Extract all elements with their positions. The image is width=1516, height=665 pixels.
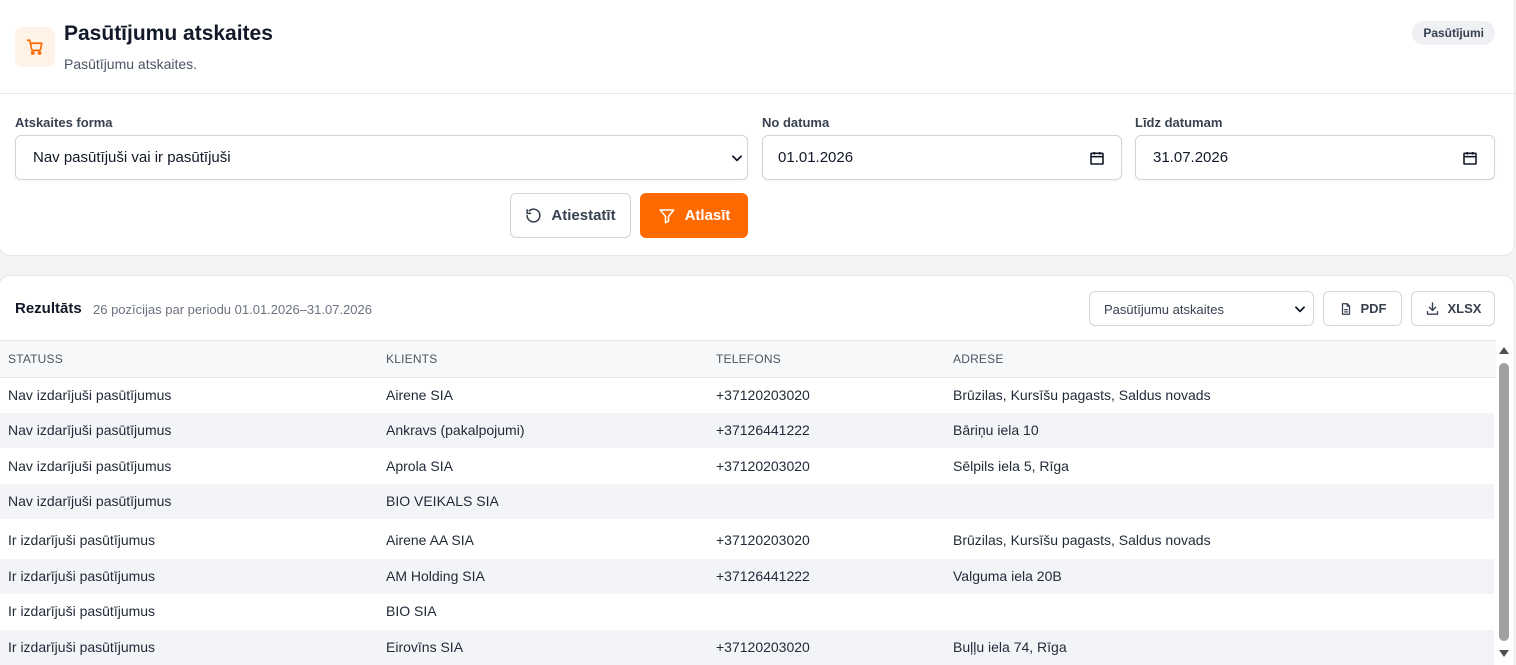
column-header-status[interactable]: STATUSS [8,352,63,366]
table-row[interactable]: Ir izdarījuši pasūtījumus BIO SIA [0,594,1494,629]
cell-address: Valguma iela 20B [953,568,1062,584]
cell-phone: +37120203020 [716,458,810,474]
apply-button[interactable]: Atlasīt [640,193,748,238]
results-title: Rezultāts [15,300,82,317]
to-date-input[interactable]: 31.07.2026 [1135,135,1495,180]
cell-address: Brūzilas, Kursīšu pagasts, Saldus novads [953,532,1211,548]
export-xlsx-button[interactable]: XLSX [1411,291,1495,326]
scroll-up-arrow-icon[interactable] [1498,346,1510,355]
table-row[interactable]: Nav izdarījuši pasūtījumus Ankravs (paka… [0,413,1494,448]
cell-client: Aprola SIA [386,458,453,474]
cell-status: Nav izdarījuši pasūtījumus [8,387,172,403]
scrollbar-thumb[interactable] [1499,363,1509,641]
xlsx-label: XLSX [1447,301,1482,316]
cell-phone: +37120203020 [716,532,810,548]
report-view-value: Pasūtījumu atskaites [1104,302,1224,317]
calendar-icon[interactable] [1462,150,1478,166]
cell-client: BIO SIA [386,603,437,619]
cell-status: Nav izdarījuši pasūtījumus [8,493,172,509]
reset-button-label: Atiestatīt [551,207,616,224]
cell-client: Eirovīns SIA [386,639,464,655]
scroll-down-arrow-icon[interactable] [1498,649,1510,658]
chevron-down-icon [1295,306,1305,313]
download-icon [1426,302,1438,315]
table-header: STATUSS KLIENTS TELEFONS ADRESE [0,340,1496,378]
column-header-address[interactable]: ADRESE [953,352,1004,366]
cell-address: Sēlpils iela 5, Rīga [953,458,1069,474]
module-badge: Pasūtījumi [1412,21,1495,45]
cell-client: BIO VEIKALS SIA [386,493,499,509]
from-date-label: No datuma [762,115,830,130]
cell-client: Ankravs (pakalpojumi) [386,422,525,438]
file-icon [1341,302,1350,315]
export-pdf-button[interactable]: PDF [1323,291,1402,326]
cell-address: Buļļu iela 74, Rīga [953,639,1067,655]
to-date-value: 31.07.2026 [1153,149,1229,166]
table-row[interactable]: Nav izdarījuši pasūtījumus BIO VEIKALS S… [0,484,1494,519]
rotate-ccw-icon [526,208,542,223]
report-form-value: Nav pasūtījuši vai ir pasūtījuši [33,149,231,166]
cell-status: Ir izdarījuši pasūtījumus [8,603,156,619]
table-row[interactable]: Ir izdarījuši pasūtījumus Eirovīns SIA +… [0,630,1494,665]
cell-phone: +37120203020 [716,639,810,655]
from-date-value: 01.01.2026 [778,149,854,166]
to-date-label: Līdz datumam [1135,115,1223,130]
cell-client: Airene SIA [386,387,453,403]
report-form-label: Atskaites forma [15,115,113,130]
column-header-client[interactable]: KLIENTS [386,352,437,366]
table-row[interactable]: Nav izdarījuši pasūtījumus Airene SIA +3… [0,378,1494,413]
cell-client: AM Holding SIA [386,568,485,584]
calendar-icon[interactable] [1089,150,1105,166]
from-date-input[interactable]: 01.01.2026 [762,135,1122,180]
page-title: Pasūtījumu atskaites [64,22,273,45]
cell-phone: +37120203020 [716,387,810,403]
cell-status: Ir izdarījuši pasūtījumus [8,639,156,655]
cell-status: Ir izdarījuši pasūtījumus [8,568,156,584]
cell-client: Airene AA SIA [386,532,474,548]
results-summary: 26 pozīcijas par periodu 01.01.2026–31.0… [93,302,372,317]
reset-button[interactable]: Atiestatīt [510,193,631,238]
table-row[interactable]: Nav izdarījuši pasūtījumus Aprola SIA +3… [0,449,1494,484]
pdf-label: PDF [1360,301,1387,316]
cell-phone: +37126441222 [716,422,810,438]
cell-status: Ir izdarījuši pasūtījumus [8,532,156,548]
page-subtitle: Pasūtījumu atskaites. [64,56,198,72]
cell-status: Nav izdarījuši pasūtījumus [8,422,172,438]
column-header-phone[interactable]: TELEFONS [716,352,781,366]
cell-phone: +37126441222 [716,568,810,584]
cell-address: Brūzilas, Kursīšu pagasts, Saldus novads [953,387,1211,403]
cell-address: Bāriņu iela 10 [953,422,1039,438]
table-row[interactable]: Ir izdarījuši pasūtījumus AM Holding SIA… [0,559,1494,594]
report-view-select[interactable]: Pasūtījumu atskaites [1089,291,1314,326]
filter-icon [659,208,675,223]
table-row[interactable]: Ir izdarījuši pasūtījumus Airene AA SIA … [0,523,1494,558]
apply-button-label: Atlasīt [684,207,731,224]
page-header: Pasūtījumu atskaites Pasūtījumu atskaite… [0,0,1516,94]
chevron-down-icon [732,155,742,162]
report-form-select[interactable]: Nav pasūtījuši vai ir pasūtījuši [15,135,748,180]
cell-status: Nav izdarījuši pasūtījumus [8,458,172,474]
cart-icon [15,27,55,67]
